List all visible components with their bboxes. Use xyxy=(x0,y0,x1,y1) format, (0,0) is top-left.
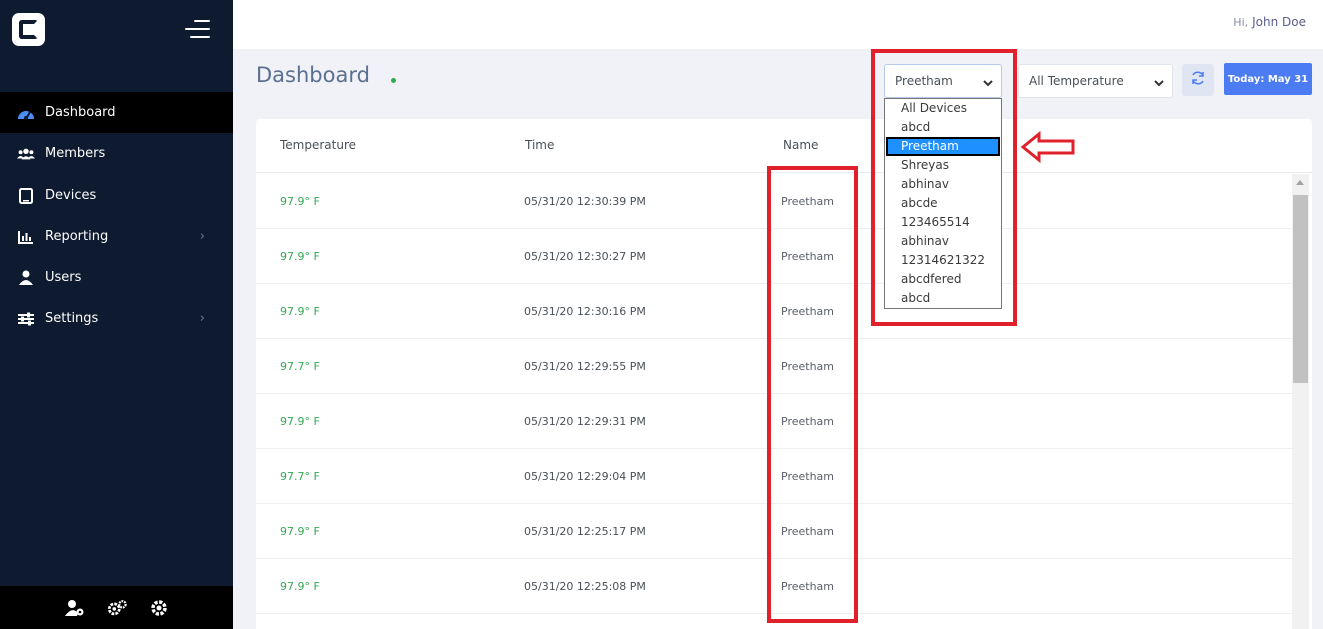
temperature-select-value: All Temperature xyxy=(1029,74,1124,88)
user-greeting[interactable]: Hi, John Doe xyxy=(1233,15,1306,29)
chevron-right-icon: › xyxy=(199,311,205,326)
sidebar-item-members[interactable]: Members xyxy=(0,133,233,174)
today-button[interactable]: Today: May 31 xyxy=(1224,63,1312,95)
time-cell: 05/31/20 12:29:55 PM xyxy=(524,360,646,373)
sidebar-item-label: Reporting xyxy=(45,229,109,244)
sidebar: Dashboard Members Devices Reporting › Us… xyxy=(0,0,233,629)
sidebar-item-users[interactable]: Users xyxy=(0,257,233,298)
time-cell: 05/31/20 12:30:16 PM xyxy=(524,305,646,318)
sidebar-footer xyxy=(0,586,233,629)
user-name: John Doe xyxy=(1252,15,1306,29)
time-cell: 05/31/20 12:29:04 PM xyxy=(524,470,646,483)
temperature-cell: 97.7° F xyxy=(280,470,320,483)
chevron-right-icon: › xyxy=(199,229,205,244)
temperature-cell: 97.7° F xyxy=(280,360,320,373)
temperature-cell: 97.9° F xyxy=(280,195,320,208)
top-bar: Hi, John Doe xyxy=(233,0,1323,49)
sliders-icon xyxy=(17,311,35,327)
members-icon xyxy=(17,146,35,162)
tablet-icon xyxy=(17,187,35,204)
refresh-button[interactable] xyxy=(1182,64,1214,96)
column-header-name[interactable]: Name xyxy=(783,138,818,152)
scroll-up-arrow-icon[interactable] xyxy=(1296,180,1304,185)
sidebar-item-label: Members xyxy=(45,146,106,161)
sidebar-item-label: Users xyxy=(45,270,82,285)
sidebar-item-devices[interactable]: Devices xyxy=(0,175,233,216)
temperature-cell: 97.9° F xyxy=(280,580,320,593)
time-cell: 05/31/20 12:30:27 PM xyxy=(524,250,646,263)
refresh-icon xyxy=(1190,70,1206,90)
temperature-cell: 97.9° F xyxy=(280,250,320,263)
annotation-arrow-icon xyxy=(1020,131,1075,163)
bar-chart-icon xyxy=(17,229,35,245)
time-cell: 05/31/20 12:30:39 PM xyxy=(524,195,646,208)
sidebar-item-label: Devices xyxy=(45,188,97,203)
table-header: Temperature Time Name xyxy=(256,119,1312,173)
time-cell: 05/31/20 12:29:31 PM xyxy=(524,415,646,428)
menu-toggle-icon[interactable] xyxy=(185,20,210,40)
column-header-temperature[interactable]: Temperature xyxy=(280,138,356,152)
dashboard-icon xyxy=(17,105,35,121)
sidebar-item-reporting[interactable]: Reporting › xyxy=(0,216,233,257)
page-title: Dashboard xyxy=(256,63,370,87)
annotation-box-dropdown xyxy=(871,49,1017,326)
user-settings-icon[interactable] xyxy=(64,598,85,618)
sidebar-item-label: Settings xyxy=(45,311,99,326)
temperature-cell: 97.9° F xyxy=(280,305,320,318)
sidebar-item-label: Dashboard xyxy=(45,105,116,120)
app-logo[interactable] xyxy=(12,13,45,46)
sidebar-item-settings[interactable]: Settings › xyxy=(0,298,233,339)
time-cell: 05/31/20 12:25:17 PM xyxy=(524,525,646,538)
chevron-down-icon xyxy=(1154,76,1164,90)
table-scrollbar[interactable] xyxy=(1292,174,1309,629)
time-cell: 05/31/20 12:25:08 PM xyxy=(524,580,646,593)
scrollbar-thumb[interactable] xyxy=(1293,195,1308,383)
column-header-time[interactable]: Time xyxy=(525,138,554,152)
sidebar-item-dashboard[interactable]: Dashboard xyxy=(0,92,233,133)
annotation-box-name-column xyxy=(767,166,858,623)
cogs-icon[interactable] xyxy=(107,598,127,618)
temperature-cell: 97.9° F xyxy=(280,415,320,428)
status-indicator xyxy=(391,78,396,83)
temperature-select[interactable]: All Temperature xyxy=(1018,64,1173,98)
user-icon xyxy=(17,270,35,286)
temperature-cell: 97.9° F xyxy=(280,525,320,538)
gear-icon[interactable] xyxy=(149,598,169,618)
